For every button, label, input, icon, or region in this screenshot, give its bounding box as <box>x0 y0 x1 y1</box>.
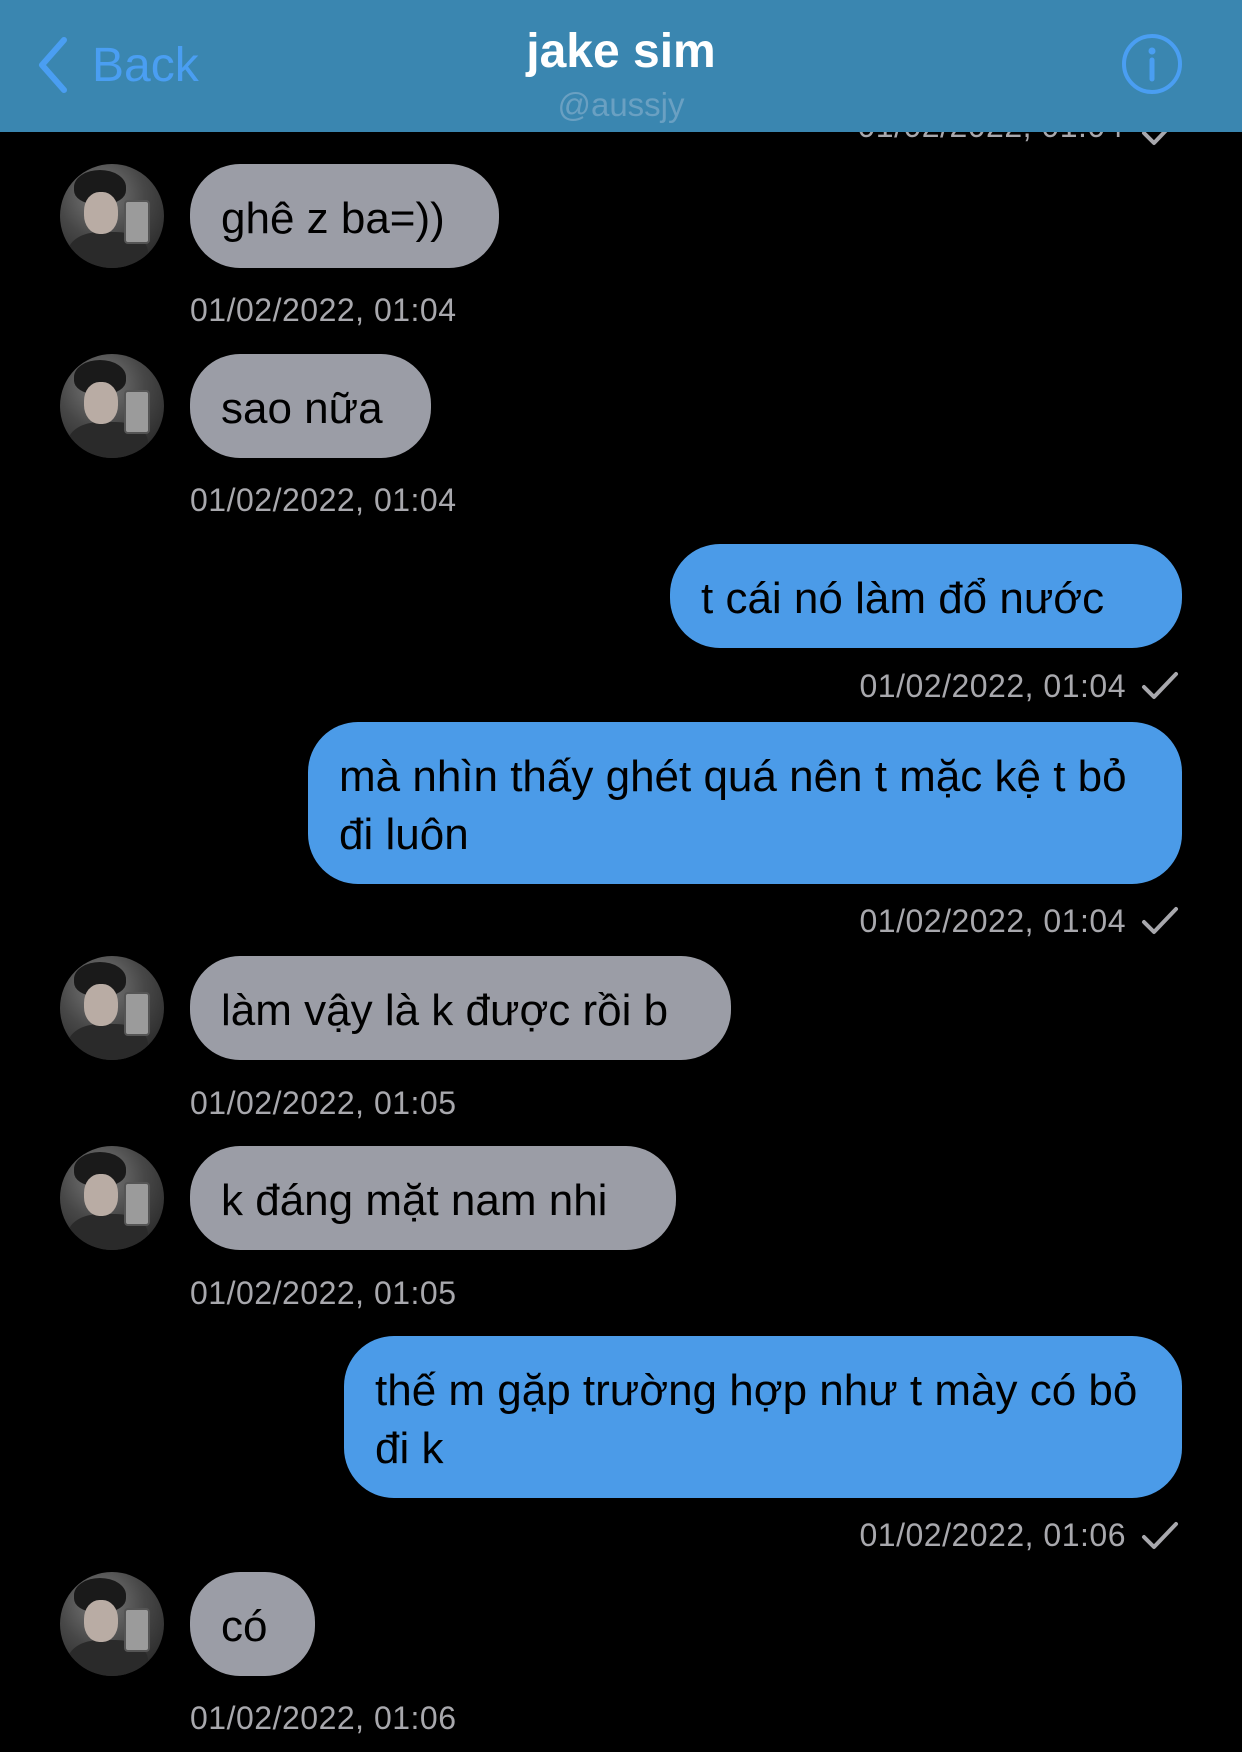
avatar[interactable] <box>60 956 164 1060</box>
message-bubble-outgoing[interactable]: t cái nó làm đổ nước <box>670 544 1182 648</box>
message-timestamp: 01/02/2022, 01:04 <box>859 668 1126 704</box>
read-check-icon <box>1142 672 1178 699</box>
contact-name: jake sim <box>526 25 716 78</box>
message-bubble-incoming[interactable]: k đáng mặt nam nhi <box>190 1146 676 1250</box>
message-bubble-outgoing[interactable]: mà nhìn thấy ghét quá nên t mặc kệ t bỏ … <box>308 722 1182 884</box>
message-bubble-incoming[interactable]: làm vậy là k được rồi b <box>190 956 731 1060</box>
message-timestamp: 01/02/2022, 01:04 <box>859 903 1126 939</box>
message-timestamp: 01/02/2022, 01:05 <box>190 1275 457 1311</box>
message-bubble-incoming[interactable]: có <box>190 1572 315 1676</box>
avatar[interactable] <box>60 1572 164 1676</box>
message-timestamp: 01/02/2022, 01:04 <box>190 292 457 328</box>
avatar[interactable] <box>60 354 164 458</box>
avatar[interactable] <box>60 164 164 268</box>
read-check-icon <box>1142 1522 1178 1549</box>
message-bubble-incoming[interactable]: sao nữa <box>190 354 431 458</box>
info-button[interactable] <box>1120 32 1184 96</box>
message-timestamp: 01/02/2022, 01:05 <box>190 1085 457 1121</box>
read-check-icon <box>1142 907 1178 934</box>
chat-area[interactable]: 01/02/2022, 01:04 ghê z ba=)) 01/02/2022… <box>0 0 1242 1752</box>
info-icon <box>1122 34 1182 94</box>
chat-header: Back jake sim @aussjy <box>0 0 1242 132</box>
message-timestamp: 01/02/2022, 01:04 <box>190 482 457 518</box>
avatar[interactable] <box>60 1146 164 1250</box>
message-timestamp: 01/02/2022, 01:06 <box>190 1700 457 1736</box>
message-timestamp: 01/02/2022, 01:06 <box>859 1517 1126 1553</box>
message-bubble-incoming[interactable]: ghê z ba=)) <box>190 164 499 268</box>
contact-handle: @aussjy <box>557 86 685 123</box>
message-bubble-outgoing[interactable]: thế m gặp trường hợp như t mày có bỏ đi … <box>344 1336 1182 1498</box>
